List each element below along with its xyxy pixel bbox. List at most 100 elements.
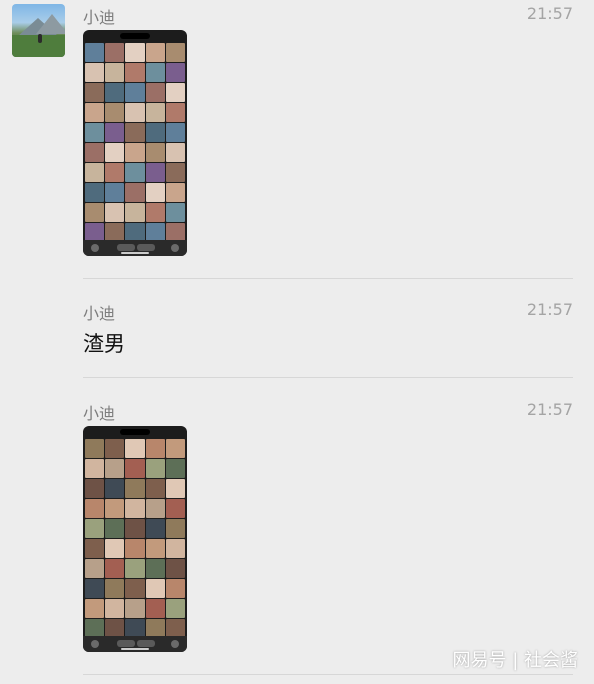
photo-tile bbox=[125, 103, 145, 122]
photo-grid bbox=[85, 439, 185, 638]
photo-tile bbox=[145, 479, 165, 498]
photo-tile bbox=[145, 143, 165, 162]
photo-tile bbox=[165, 43, 185, 62]
home-indicator bbox=[121, 648, 149, 650]
photo-tile bbox=[105, 103, 125, 122]
avatar-person-figure bbox=[38, 34, 42, 43]
photo-tile bbox=[105, 459, 125, 478]
photo-tile bbox=[85, 123, 105, 142]
photo-tile bbox=[105, 163, 125, 182]
photo-tile bbox=[165, 459, 185, 478]
chat-message: 小迪 21:57 渣男 bbox=[83, 290, 573, 370]
photo-tile bbox=[105, 439, 125, 458]
photo-tile bbox=[125, 63, 145, 82]
message-time: 21:57 bbox=[526, 4, 573, 23]
photo-tile bbox=[125, 123, 145, 142]
watermark: 网易号 | 社会酱 bbox=[452, 650, 578, 671]
photo-tile bbox=[85, 143, 105, 162]
photo-tile bbox=[165, 103, 185, 122]
photo-tile bbox=[105, 183, 125, 202]
photo-tile bbox=[105, 43, 125, 62]
thumbnail-tab-icon bbox=[137, 640, 155, 647]
photo-tile bbox=[85, 539, 105, 558]
photo-tile bbox=[125, 183, 145, 202]
photo-tile bbox=[85, 163, 105, 182]
photo-tile bbox=[125, 499, 145, 518]
photo-tile bbox=[125, 163, 145, 182]
photo-tile bbox=[105, 519, 125, 538]
photo-tile bbox=[145, 103, 165, 122]
thumbnail-button-icon bbox=[171, 244, 179, 252]
photo-tile bbox=[125, 459, 145, 478]
sender-name: 小迪 bbox=[83, 404, 116, 423]
avatar-mountain-shape bbox=[36, 14, 65, 34]
photo-tile bbox=[85, 499, 105, 518]
photo-tile bbox=[165, 439, 185, 458]
photo-tile bbox=[165, 203, 185, 222]
photo-tile bbox=[105, 143, 125, 162]
photo-tile bbox=[85, 83, 105, 102]
photo-tile bbox=[125, 539, 145, 558]
sender-name: 小迪 bbox=[83, 8, 116, 27]
photo-tile bbox=[85, 579, 105, 598]
photo-tile bbox=[145, 599, 165, 618]
photo-tile bbox=[85, 103, 105, 122]
photo-tile bbox=[125, 439, 145, 458]
image-thumbnail[interactable] bbox=[83, 426, 187, 652]
photo-tile bbox=[145, 183, 165, 202]
photo-tile bbox=[125, 43, 145, 62]
home-indicator bbox=[121, 252, 149, 254]
photo-tile bbox=[145, 43, 165, 62]
contact-avatar[interactable] bbox=[12, 4, 65, 57]
photo-tile bbox=[85, 43, 105, 62]
photo-tile bbox=[145, 163, 165, 182]
photo-tile bbox=[165, 143, 185, 162]
photo-tile bbox=[85, 203, 105, 222]
message-divider bbox=[83, 377, 573, 378]
photo-tile bbox=[85, 183, 105, 202]
thumbnail-tab-icon bbox=[137, 244, 155, 251]
chat-message: 小迪 21:57 bbox=[83, 0, 573, 270]
photo-tile bbox=[145, 439, 165, 458]
photo-grid bbox=[85, 43, 185, 242]
photo-tile bbox=[145, 519, 165, 538]
photo-tile bbox=[105, 539, 125, 558]
photo-tile bbox=[85, 599, 105, 618]
photo-tile bbox=[125, 479, 145, 498]
photo-tile bbox=[125, 143, 145, 162]
sender-name: 小迪 bbox=[83, 304, 116, 323]
photo-tile bbox=[165, 539, 185, 558]
thumbnail-tab-icon bbox=[117, 640, 135, 647]
photo-tile bbox=[85, 479, 105, 498]
photo-tile bbox=[105, 559, 125, 578]
photo-tile bbox=[165, 559, 185, 578]
photo-tile bbox=[145, 459, 165, 478]
photo-tile bbox=[165, 83, 185, 102]
photo-tile bbox=[145, 559, 165, 578]
message-text[interactable]: 渣男 bbox=[83, 328, 125, 358]
photo-tile bbox=[105, 63, 125, 82]
photo-tile bbox=[125, 559, 145, 578]
message-time: 21:57 bbox=[526, 300, 573, 319]
photo-tile bbox=[125, 599, 145, 618]
image-thumbnail[interactable] bbox=[83, 30, 187, 256]
photo-tile bbox=[145, 83, 165, 102]
dynamic-island bbox=[120, 429, 150, 435]
photo-tile bbox=[105, 599, 125, 618]
photo-tile bbox=[85, 459, 105, 478]
message-divider bbox=[83, 674, 573, 675]
photo-tile bbox=[145, 63, 165, 82]
photo-tile bbox=[145, 539, 165, 558]
photo-tile bbox=[85, 519, 105, 538]
photo-tile bbox=[165, 499, 185, 518]
photo-tile bbox=[85, 439, 105, 458]
thumbnail-button-icon bbox=[171, 640, 179, 648]
photo-tile bbox=[145, 203, 165, 222]
photo-tile bbox=[145, 579, 165, 598]
photo-tile bbox=[165, 479, 185, 498]
photo-tile bbox=[85, 63, 105, 82]
photo-tile bbox=[165, 163, 185, 182]
photo-tile bbox=[165, 183, 185, 202]
thumbnail-tab-icon bbox=[117, 244, 135, 251]
message-time: 21:57 bbox=[526, 400, 573, 419]
